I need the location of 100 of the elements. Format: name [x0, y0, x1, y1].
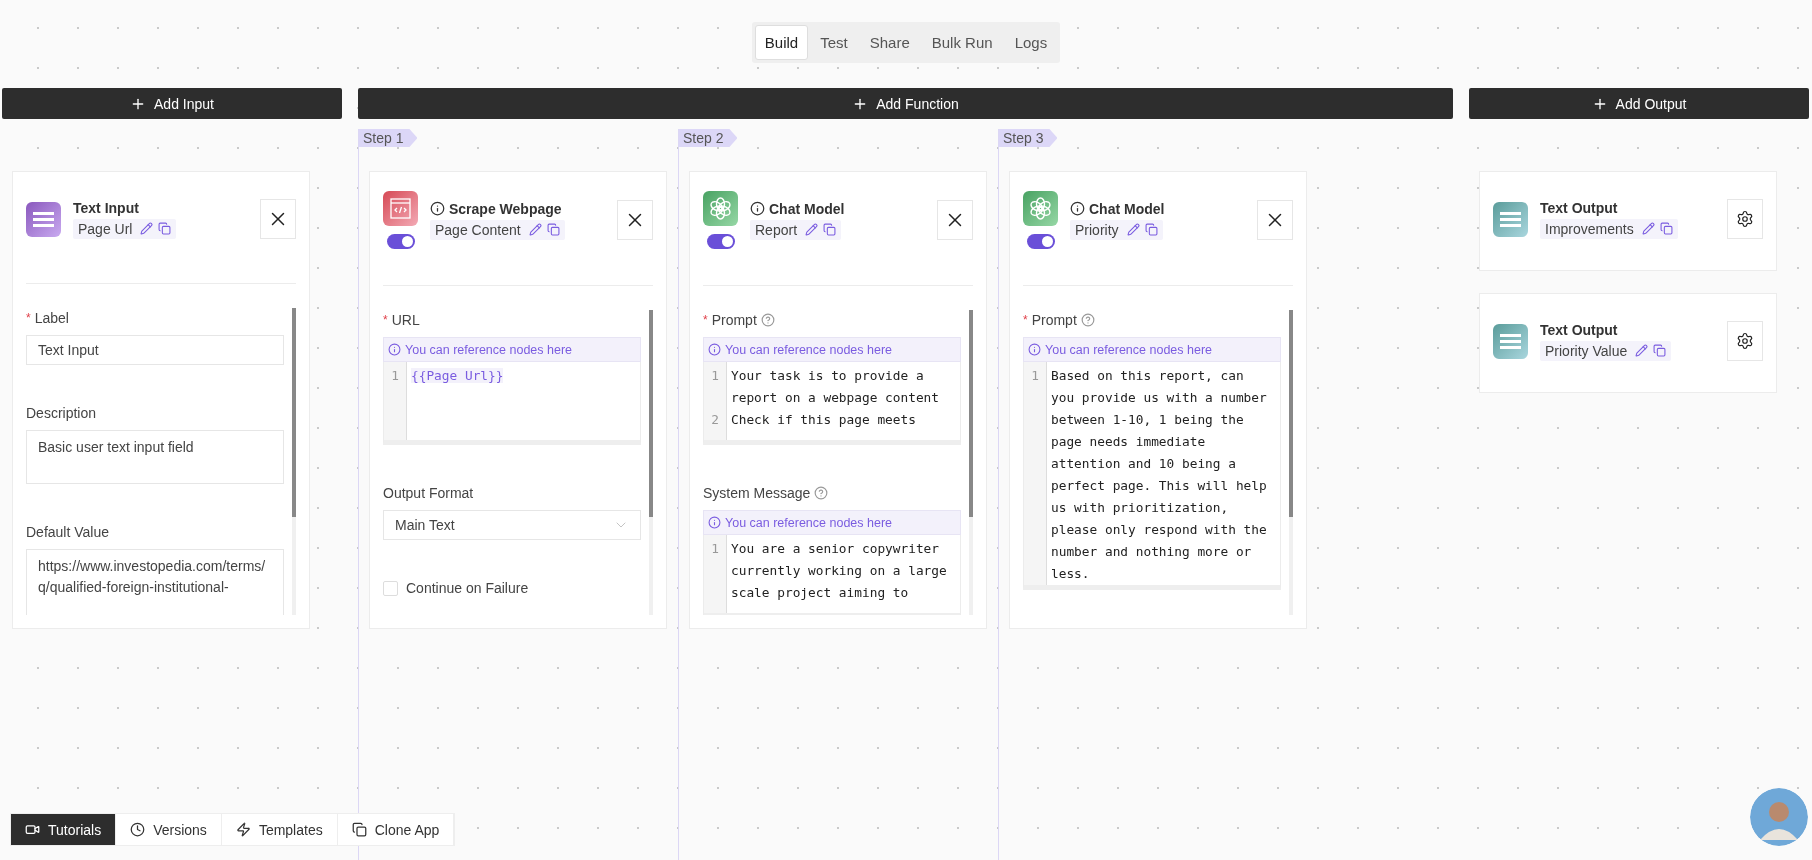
field-label: Output Format [383, 485, 474, 501]
toggle-switch[interactable] [1026, 234, 1055, 249]
clock-icon [130, 822, 146, 837]
pencil-icon[interactable] [140, 222, 154, 235]
code-text: {{Page Url}} [411, 367, 505, 385]
node-title: Text Input [73, 199, 139, 216]
code-text: Your task is to provide a report on a webpage content [731, 367, 941, 407]
text-area[interactable]: https://www.investopedia.com/terms/q/qualified-foreign-institutional- [26, 549, 284, 615]
pencil-icon[interactable] [1126, 223, 1140, 236]
pencil-icon[interactable] [1635, 344, 1649, 357]
info-icon [1028, 343, 1041, 356]
node-title: Text Output [1540, 199, 1618, 216]
field-label: Default Value [26, 524, 109, 540]
add-input-button[interactable]: Add Input [2, 88, 342, 119]
line-number: 1 [710, 367, 720, 385]
step-tag: Step 2 [679, 129, 738, 147]
required-mark: * [1023, 313, 1028, 327]
text-area[interactable]: Basic user text input field [26, 430, 284, 484]
scrollbar[interactable] [649, 310, 653, 615]
code-editor[interactable]: 1 Your task is to provide a report on a webpage content 2 Check if this page meets [703, 362, 961, 445]
view-tab[interactable]: Logs [1004, 25, 1058, 60]
close-button[interactable] [260, 199, 296, 239]
code-editor[interactable]: 1 You are a senior copywriter currently working on a large scale project aiming to [703, 535, 961, 615]
line-number: 1 [390, 367, 400, 385]
settings-icon [1736, 332, 1754, 350]
node-title: Chat Model [1089, 200, 1165, 217]
video-icon [25, 822, 40, 837]
node-title: Chat Model [769, 200, 845, 217]
code-window-icon [383, 191, 418, 226]
pencil-icon[interactable] [528, 223, 542, 236]
node-title: Text Output [1540, 321, 1618, 338]
close-button[interactable] [1257, 200, 1293, 240]
line-number: 2 [710, 411, 720, 429]
view-tab[interactable]: Bulk Run [921, 25, 1003, 60]
field-label: System Message [703, 485, 811, 501]
copy-icon[interactable] [1653, 344, 1667, 357]
help-icon[interactable] [1080, 313, 1095, 327]
required-mark: * [383, 313, 388, 327]
scrollbar[interactable] [1289, 310, 1293, 615]
info-icon[interactable] [1070, 201, 1085, 216]
info-icon [708, 516, 721, 529]
node-label: Improvements [1545, 220, 1634, 237]
text-field[interactable]: Text Input [26, 335, 284, 365]
info-icon[interactable] [750, 201, 765, 216]
reference-hint: You can reference nodes here [1045, 342, 1213, 357]
knot-icon [1023, 191, 1058, 226]
info-icon [708, 343, 721, 356]
view-tab[interactable]: Test [810, 25, 858, 60]
close-button[interactable] [617, 200, 653, 240]
scrollbar[interactable] [969, 310, 973, 615]
code-text: Based on this report, can you provide us with a number between 1-10, 1 being the page needs immediate attention and 10 being a perfect page. This will help us with prioritization, please only respond with the number and nothing more or less. [1051, 367, 1268, 583]
text-lines-icon [26, 201, 61, 237]
avatar[interactable] [1750, 788, 1808, 846]
code-editor[interactable]: 1 {{Page Url}} [383, 362, 641, 445]
bolt-icon [235, 822, 251, 837]
help-icon[interactable] [814, 486, 829, 500]
step-tag: Step 3 [999, 129, 1058, 147]
select-field[interactable]: Main Text [383, 510, 641, 540]
toggle-switch[interactable] [386, 234, 415, 249]
close-button[interactable] [937, 200, 973, 240]
node-label: Priority Value [1545, 342, 1628, 359]
add-function-button[interactable]: Add Function [358, 88, 1453, 119]
view-tab[interactable]: Build [754, 25, 809, 60]
copy-icon[interactable] [546, 223, 560, 236]
text-lines-icon [1493, 323, 1528, 359]
knot-icon [703, 191, 738, 226]
line-number: 1 [710, 540, 720, 558]
step-tag: Step 1 [359, 129, 418, 147]
code-editor[interactable] [1023, 362, 1281, 590]
copy-icon[interactable] [1144, 223, 1158, 236]
checkbox-label: Continue on Failure [406, 580, 529, 596]
field-label: Prompt [1031, 312, 1077, 328]
copy-icon[interactable] [1659, 222, 1673, 235]
node-label: Priority [1075, 221, 1119, 238]
copy-icon[interactable] [823, 223, 837, 236]
copy-icon [351, 822, 367, 837]
field-label: Prompt [711, 312, 757, 328]
info-icon[interactable] [430, 201, 445, 216]
help-icon[interactable] [760, 313, 775, 327]
node-label: Report [755, 221, 798, 238]
field-label: URL [391, 312, 420, 328]
reference-hint: You can reference nodes here [405, 342, 573, 357]
node-label: Page Url [78, 220, 133, 237]
pencil-icon[interactable] [805, 223, 819, 236]
toggle-switch[interactable] [706, 234, 735, 249]
field-label: Description [26, 405, 97, 421]
scrollbar[interactable] [292, 308, 296, 615]
settings-button[interactable] [1727, 321, 1763, 361]
toolbar-button[interactable]: Tutorials [11, 814, 117, 845]
code-text: Check if this page meets [731, 411, 917, 429]
required-mark: * [703, 313, 708, 327]
view-tab[interactable]: Share [859, 25, 920, 60]
reference-hint: You can reference nodes here [725, 515, 893, 530]
field-label: Label [34, 310, 69, 326]
settings-icon [1736, 210, 1754, 228]
settings-button[interactable] [1727, 199, 1763, 239]
copy-icon[interactable] [158, 222, 172, 235]
add-output-button[interactable]: Add Output [1469, 88, 1809, 119]
checkbox[interactable] [383, 580, 398, 596]
pencil-icon[interactable] [1641, 222, 1655, 235]
